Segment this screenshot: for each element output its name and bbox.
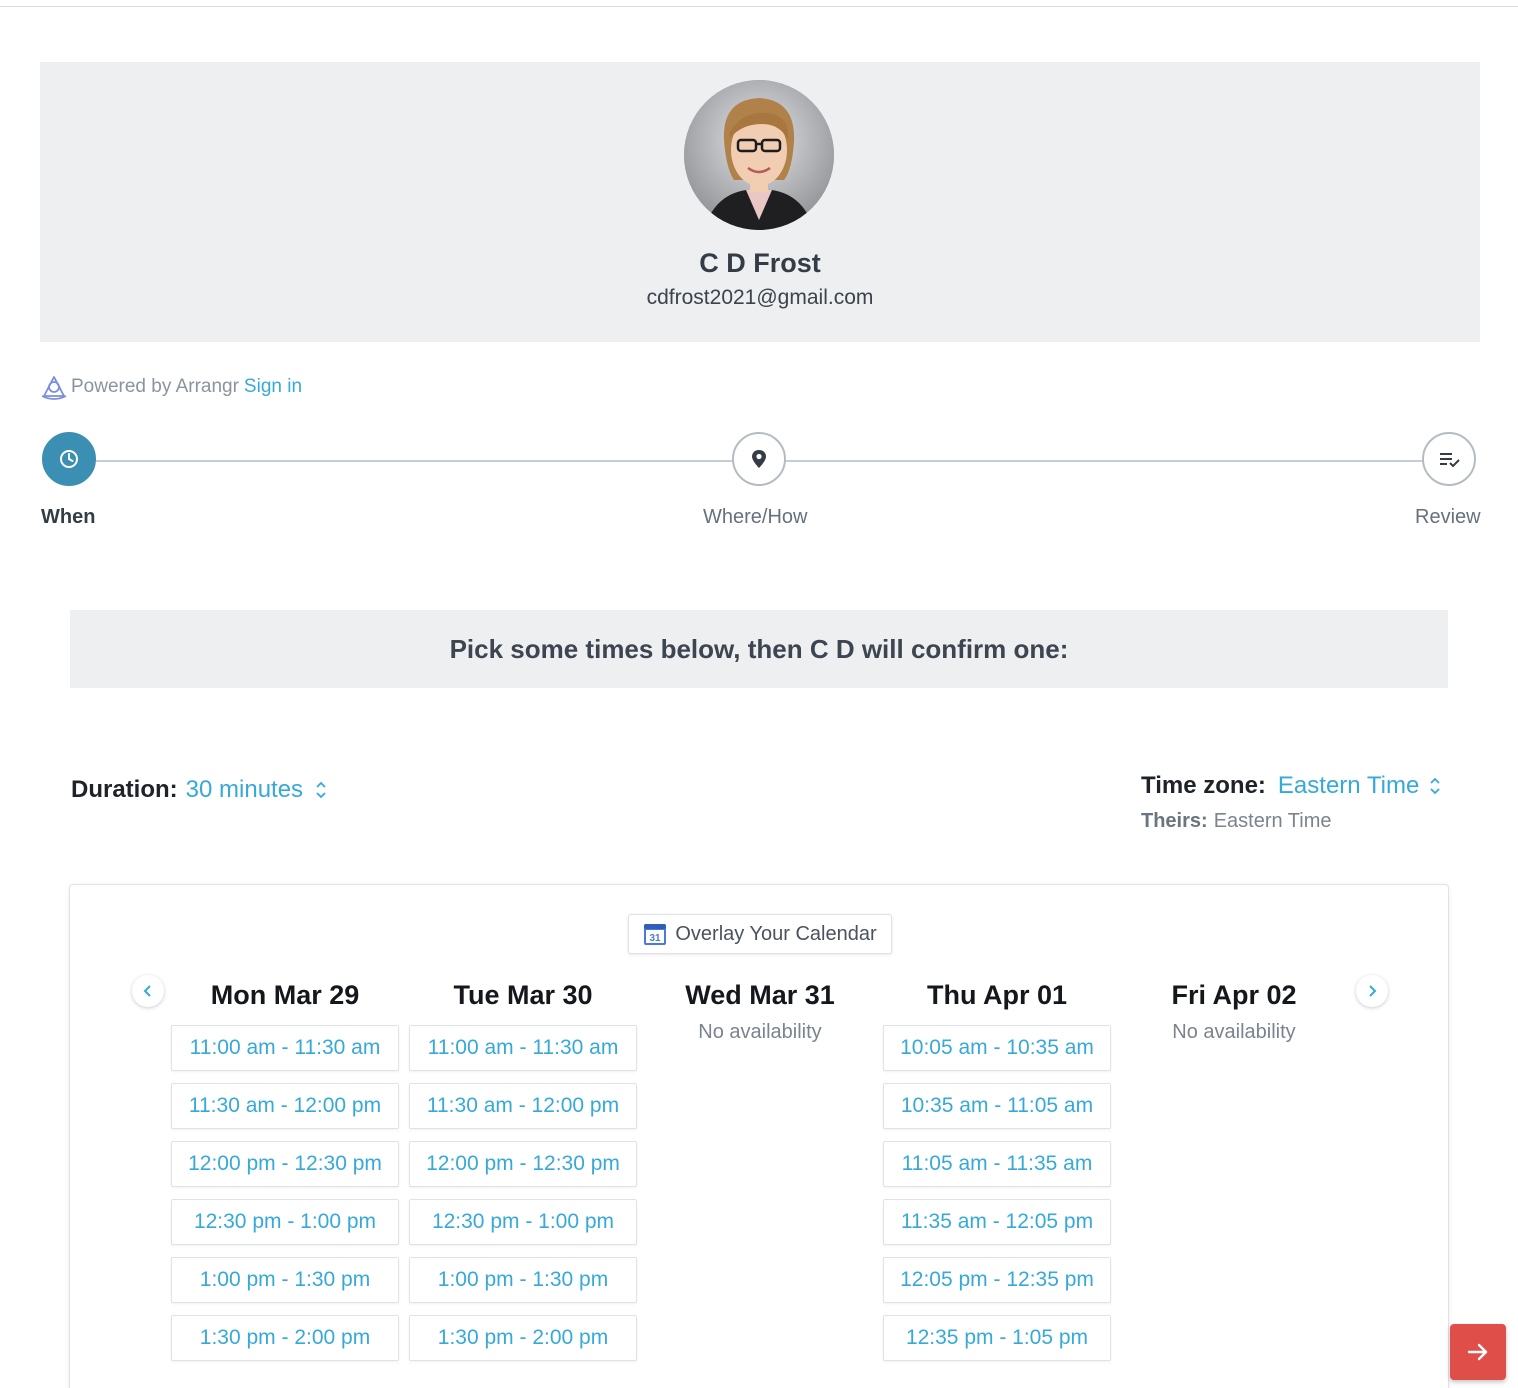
chevron-left-icon bbox=[143, 985, 151, 997]
time-slot[interactable]: 12:00 pm - 12:30 pm bbox=[409, 1141, 637, 1187]
duration-label: Duration: bbox=[71, 776, 178, 803]
day-column: Tue Mar 30 11:00 am - 11:30 am 11:30 am … bbox=[409, 975, 637, 1373]
time-slot[interactable]: 10:35 am - 11:05 am bbox=[883, 1083, 1111, 1129]
next-week-button[interactable] bbox=[1356, 975, 1388, 1007]
theirs-value: Eastern Time bbox=[1213, 810, 1332, 832]
checklist-icon bbox=[1440, 453, 1460, 468]
timezone-label: Time zone: bbox=[1141, 772, 1266, 799]
time-slot[interactable]: 11:30 am - 12:00 pm bbox=[409, 1083, 637, 1129]
day-title: Wed Mar 31 bbox=[685, 980, 835, 1010]
time-slot[interactable]: 1:30 pm - 2:00 pm bbox=[409, 1315, 637, 1361]
no-availability-text: No availability bbox=[698, 1021, 822, 1043]
google-calendar-icon: 31 bbox=[644, 924, 667, 945]
profile-email: cdfrost2021@gmail.com bbox=[646, 286, 874, 309]
step-label-review: Review bbox=[1415, 506, 1481, 528]
time-slot[interactable]: 11:00 am - 11:30 am bbox=[171, 1025, 399, 1071]
day-title: Tue Mar 30 bbox=[453, 980, 593, 1010]
powered-text: Powered by Arrangr bbox=[71, 376, 239, 397]
step-review[interactable] bbox=[1422, 432, 1476, 486]
timezone-row[interactable]: Time zone: Eastern Time bbox=[1141, 768, 1471, 804]
duration-value[interactable]: 30 minutes bbox=[186, 776, 303, 804]
prev-week-button[interactable] bbox=[132, 975, 164, 1007]
their-timezone: Theirs: Eastern Time bbox=[1141, 810, 1471, 833]
profile-banner: C D Frost cdfrost2021@gmail.com bbox=[40, 62, 1480, 342]
timezone-selector: Time zone: Eastern Time Theirs: Eastern T… bbox=[1141, 768, 1471, 833]
time-slot[interactable]: 11:35 am - 12:05 pm bbox=[883, 1199, 1111, 1245]
day-title: Fri Apr 02 bbox=[1171, 980, 1297, 1010]
no-availability-text: No availability bbox=[1172, 1021, 1296, 1043]
time-slot[interactable]: 12:05 pm - 12:35 pm bbox=[883, 1257, 1111, 1303]
chevron-up-down-icon[interactable] bbox=[1429, 776, 1441, 796]
chevron-up-down-icon[interactable] bbox=[315, 780, 327, 800]
day-column: Wed Mar 31 No availability bbox=[646, 975, 874, 1044]
time-slot[interactable]: 10:05 am - 10:35 am bbox=[883, 1025, 1111, 1071]
step-where-how[interactable] bbox=[732, 432, 786, 486]
time-slot-list: 11:00 am - 11:30 am 11:30 am - 12:00 pm … bbox=[171, 1025, 399, 1361]
profile-name: C D Frost bbox=[699, 248, 821, 278]
time-slot[interactable]: 11:00 am - 11:30 am bbox=[409, 1025, 637, 1071]
time-slot[interactable]: 12:30 pm - 1:00 pm bbox=[171, 1199, 399, 1245]
time-slot[interactable]: 1:30 pm - 2:00 pm bbox=[171, 1315, 399, 1361]
clock-icon bbox=[60, 450, 78, 468]
overlay-calendar-button[interactable]: 31 Overlay Your Calendar bbox=[628, 914, 892, 954]
time-slot[interactable]: 11:05 am - 11:35 am bbox=[883, 1141, 1111, 1187]
sign-in-link[interactable]: Sign in bbox=[244, 376, 302, 398]
day-title: Thu Apr 01 bbox=[926, 980, 1067, 1010]
time-slot-list: 11:00 am - 11:30 am 11:30 am - 12:00 pm … bbox=[409, 1025, 637, 1361]
duration-selector[interactable]: Duration: 30 minutes bbox=[71, 772, 327, 808]
arrow-right-icon bbox=[1467, 1343, 1488, 1361]
step-connector bbox=[96, 460, 734, 462]
time-slot[interactable]: 12:35 pm - 1:05 pm bbox=[883, 1315, 1111, 1361]
time-slot[interactable]: 11:30 am - 12:00 pm bbox=[171, 1083, 399, 1129]
next-step-button[interactable] bbox=[1450, 1324, 1506, 1380]
time-slot[interactable]: 1:00 pm - 1:30 pm bbox=[409, 1257, 637, 1303]
top-divider bbox=[0, 6, 1518, 7]
timezone-value[interactable]: Eastern Time bbox=[1278, 772, 1419, 800]
instruction-text: Pick some times below, then C D will con… bbox=[449, 633, 1069, 664]
time-slot[interactable]: 12:30 pm - 1:00 pm bbox=[409, 1199, 637, 1245]
time-slot-list: 10:05 am - 10:35 am 10:35 am - 11:05 am … bbox=[883, 1025, 1111, 1361]
step-connector bbox=[786, 460, 1424, 462]
overlay-calendar-label: Overlay Your Calendar bbox=[675, 922, 877, 945]
step-label-where-how: Where/How bbox=[703, 506, 808, 528]
step-label-when: When bbox=[41, 506, 96, 528]
avatar bbox=[684, 80, 834, 230]
time-slot[interactable]: 1:00 pm - 1:30 pm bbox=[171, 1257, 399, 1303]
progress-stepper: When Where/How Review bbox=[0, 430, 1518, 540]
day-title: Mon Mar 29 bbox=[210, 980, 360, 1010]
step-when[interactable] bbox=[42, 432, 96, 486]
availability-calendar: 31 Overlay Your Calendar Mon Mar 29 11:0… bbox=[69, 884, 1449, 1388]
arrangr-logo-icon bbox=[40, 374, 68, 400]
instruction-banner: Pick some times below, then C D will con… bbox=[70, 610, 1448, 688]
theirs-label: Theirs: bbox=[1141, 810, 1208, 832]
day-column: Mon Mar 29 11:00 am - 11:30 am 11:30 am … bbox=[171, 975, 399, 1373]
chevron-right-icon bbox=[1369, 985, 1377, 997]
svg-text:31: 31 bbox=[650, 933, 662, 944]
powered-by: Powered by Arrangr Sign in bbox=[40, 374, 302, 400]
day-column: Fri Apr 02 No availability bbox=[1120, 975, 1348, 1044]
day-column: Thu Apr 01 10:05 am - 10:35 am 10:35 am … bbox=[883, 975, 1111, 1373]
map-pin-icon bbox=[752, 450, 766, 468]
time-slot[interactable]: 12:00 pm - 12:30 pm bbox=[171, 1141, 399, 1187]
